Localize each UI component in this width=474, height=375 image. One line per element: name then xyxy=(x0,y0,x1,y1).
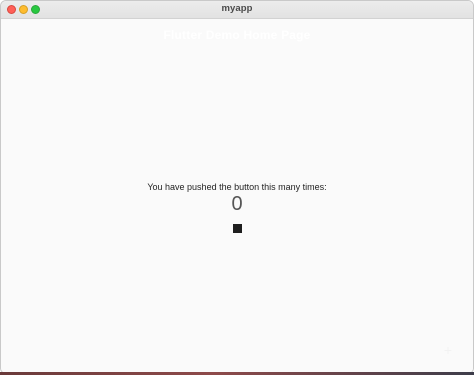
app-content: Flutter Demo Home Page You have pushed t… xyxy=(1,19,473,373)
black-square xyxy=(233,224,242,233)
appbar-title: Flutter Demo Home Page xyxy=(163,28,311,42)
counter-value: 0 xyxy=(231,193,243,215)
plus-icon: + xyxy=(443,342,453,358)
app-window: myapp Flutter Demo Home Page You have pu… xyxy=(0,0,474,374)
increment-button[interactable]: + xyxy=(435,337,461,363)
window-titlebar[interactable]: myapp xyxy=(1,1,473,19)
window-title: myapp xyxy=(221,3,253,14)
